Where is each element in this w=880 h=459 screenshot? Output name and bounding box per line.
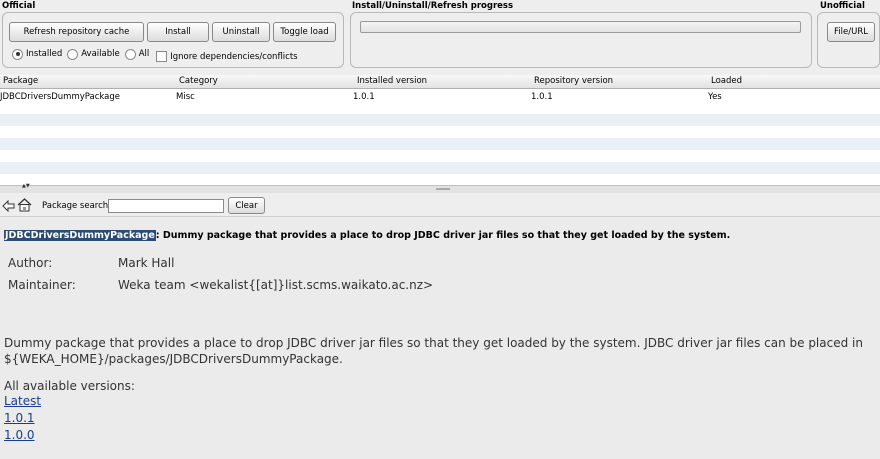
package-name: JDBCDriversDummyPackage (4, 230, 156, 241)
author-value: Mark Hall (118, 256, 175, 270)
uninstall-button[interactable]: Uninstall (212, 22, 270, 42)
package-table: JDBCDriversDummyPackage Misc 1.0.1 1.0.1… (0, 89, 880, 185)
toggle-load-button[interactable]: Toggle load (273, 22, 336, 42)
file-url-button[interactable]: File/URL (827, 22, 875, 42)
empty-row (0, 162, 880, 174)
package-summary: : Dummy package that provides a place to… (155, 230, 731, 241)
package-search-input[interactable] (108, 199, 224, 213)
maintainer-label: Maintainer: (8, 278, 76, 292)
radio-all-label: All (138, 49, 150, 59)
home-icon[interactable] (17, 197, 32, 212)
cell-loaded: Yes (708, 92, 722, 102)
progress-title: Install/Uninstall/Refresh progress (352, 1, 514, 11)
col-loaded[interactable]: Loaded (711, 76, 742, 86)
ignore-dependencies-checkbox[interactable] (156, 50, 168, 62)
official-title: Official (2, 1, 36, 11)
version-link-1-0-1[interactable]: 1.0.1 (4, 411, 35, 425)
refresh-repository-button[interactable]: Refresh repository cache (9, 22, 144, 42)
unofficial-title: Unofficial (820, 1, 865, 11)
radio-installed[interactable] (12, 48, 23, 60)
col-category[interactable]: Category (179, 76, 218, 86)
progress-bar (360, 21, 801, 33)
splitter-grip[interactable] (436, 188, 450, 190)
col-installed-version[interactable]: Installed version (357, 76, 427, 86)
package-search-label: Package search (42, 201, 109, 211)
package-detail-pane: JDBCDriversDummyPackage: Dummy package t… (0, 218, 880, 459)
clear-button[interactable]: Clear (228, 197, 265, 214)
browser-toolbar: Package search Clear (0, 193, 880, 217)
maintainer-value: Weka team <wekalist{[at]}list.scms.waika… (118, 278, 434, 292)
splitter-arrows-icon[interactable]: ▲▼ (22, 184, 30, 189)
versions-label: All available versions: (4, 379, 135, 393)
version-link-latest[interactable]: Latest (4, 394, 41, 408)
col-package[interactable]: Package (3, 76, 38, 86)
radio-available-label: Available (81, 49, 120, 59)
package-description: Dummy package that provides a place to d… (4, 336, 863, 366)
split-pane-divider[interactable]: ▲▼ (0, 184, 880, 193)
radio-installed-label: Installed (26, 49, 63, 59)
package-headline: JDBCDriversDummyPackage: Dummy package t… (4, 230, 730, 241)
back-arrow-icon[interactable] (2, 200, 15, 212)
filter-row: Installed Available All Ignore dependenc… (12, 46, 303, 62)
package-table-header: Package Category Installed version Repos… (0, 75, 880, 89)
radio-all[interactable] (124, 48, 136, 60)
col-repository-version[interactable]: Repository version (534, 76, 613, 86)
ignore-dependencies-label: Ignore dependencies/conflicts (170, 52, 298, 62)
radio-available[interactable] (67, 48, 79, 60)
cell-category: Misc (176, 92, 195, 102)
install-button[interactable]: Install (147, 22, 209, 42)
empty-row (0, 138, 880, 150)
author-label: Author: (8, 256, 53, 270)
version-link-1-0-0[interactable]: 1.0.0 (4, 428, 35, 442)
cell-package: JDBCDriversDummyPackage (0, 92, 121, 102)
table-row[interactable]: JDBCDriversDummyPackage Misc 1.0.1 1.0.1… (0, 91, 880, 103)
empty-row (0, 114, 880, 126)
cell-installed: 1.0.1 (353, 92, 375, 102)
cell-repository: 1.0.1 (531, 92, 553, 102)
